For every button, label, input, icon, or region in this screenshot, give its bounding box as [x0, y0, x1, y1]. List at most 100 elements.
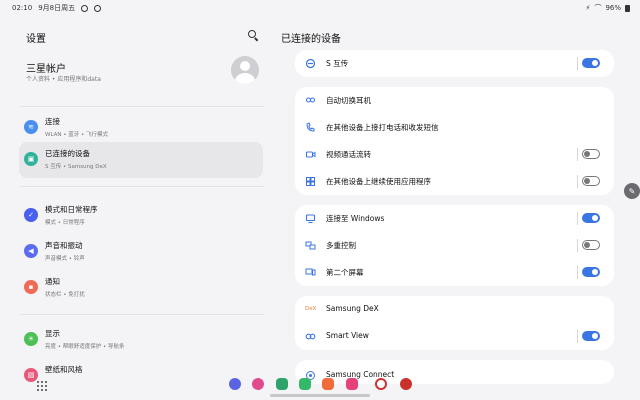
multi-control-icon	[305, 241, 316, 250]
modes-icon: ✓	[24, 208, 38, 222]
quick-share-toggle[interactable]	[582, 58, 600, 68]
setting-row-continue-apps[interactable]: 在其他设备上继续使用应用程序	[295, 168, 614, 195]
settings-sidebar: 设置 三星帐户 个人资料 • 应用程序和data ≋ 连接 WLAN • 蓝牙 …	[0, 14, 272, 400]
sidebar-item-subtitle: 亮度 • 帮眼舒适度保护 • 导航条	[45, 344, 125, 350]
card-device-continuity: 自动切换耳机 在其他设备上接打电话和收发短信 视频通话流转 在其他设备上继续使用…	[295, 87, 614, 195]
setting-label: 连接至 Windows	[326, 214, 385, 223]
battery-icon	[625, 4, 630, 12]
home-indicator[interactable]	[270, 394, 370, 397]
sidebar-item-modes-routines[interactable]: ✓ 模式和日常程序 模式 • 日常程序	[19, 198, 263, 234]
divider	[20, 186, 264, 187]
continue-apps-toggle[interactable]	[582, 176, 600, 186]
smart-view-toggle[interactable]	[582, 331, 600, 341]
sidebar-item-subtitle: 模式 • 日常程序	[45, 220, 85, 226]
link-to-windows-toggle[interactable]	[582, 213, 600, 223]
setting-row-calls-texts[interactable]: 在其他设备上接打电话和收发短信	[295, 114, 614, 141]
divider	[577, 57, 578, 70]
card-pc-features: 连接至 Windows 多重控制 第二个屏幕	[295, 205, 614, 286]
setting-row-multi-control[interactable]: 多重控制	[295, 232, 614, 259]
sidebar-item-title: 通知	[45, 277, 60, 286]
account-name: 三星帐户	[26, 64, 66, 75]
setting-label: Smart View	[326, 331, 369, 340]
second-screen-icon	[305, 268, 316, 276]
taskbar	[0, 374, 640, 400]
sidebar-item-notifications[interactable]: ▪ 通知 状态栏 • 免打扰	[19, 270, 263, 306]
video-call-icon	[305, 151, 316, 158]
video-call-transfer-toggle[interactable]	[582, 149, 600, 159]
notification-status-icon	[81, 4, 89, 12]
divider	[577, 239, 578, 252]
sidebar-item-subtitle: S 互传 • Samsung DeX	[45, 164, 107, 170]
sidebar-item-sound[interactable]: ◀ 声音和振动 声音模式 • 铃声	[19, 234, 263, 270]
signal-icon: ⚡	[585, 4, 591, 12]
status-time: 02:10	[12, 4, 33, 12]
setting-row-link-to-windows[interactable]: 连接至 Windows	[295, 205, 614, 232]
messages-app-icon[interactable]	[229, 378, 241, 390]
setting-label: Samsung DeX	[326, 304, 379, 313]
status-date: 9月8日周五	[38, 4, 76, 12]
sidebar-item-title: 显示	[45, 329, 60, 338]
setting-row-auto-switch-earbuds[interactable]: 自动切换耳机	[295, 87, 614, 114]
setting-label: 多重控制	[326, 241, 356, 250]
divider	[577, 212, 578, 225]
status-bar: 02:10 9月8日周五 ⚡ ⌒ 96%	[0, 0, 640, 14]
wifi-icon: ≋	[24, 120, 38, 134]
divider	[577, 148, 578, 161]
search-icon[interactable]	[246, 28, 260, 42]
shortcut-app-icon[interactable]	[276, 378, 288, 390]
setting-row-quick-share[interactable]: S 互传	[295, 50, 614, 77]
display-icon: ☀	[24, 332, 38, 346]
second-screen-toggle[interactable]	[582, 267, 600, 277]
samsung-account-item[interactable]: 三星帐户 个人资料 • 应用程序和data	[20, 52, 264, 92]
sidebar-item-display[interactable]: ☀ 显示 亮度 • 帮眼舒适度保护 • 导航条	[19, 322, 263, 358]
sidebar-item-title: 连接	[45, 117, 60, 126]
sidebar-item-title: 已连接的设备	[45, 149, 90, 158]
earbuds-icon	[305, 97, 316, 103]
bug-app-icon[interactable]	[400, 378, 412, 390]
setting-row-second-screen[interactable]: 第二个屏幕	[295, 259, 614, 286]
app-drawer-icon[interactable]	[37, 381, 47, 391]
blossom-app-icon[interactable]	[252, 378, 264, 390]
divider	[20, 106, 264, 107]
setting-label: 在其他设备上继续使用应用程序	[326, 177, 431, 186]
dex-icon: DeX	[305, 306, 317, 312]
connected-devices-icon: ▣	[24, 152, 38, 166]
sidebar-item-title: 声音和振动	[45, 241, 83, 250]
notification-icon: ▪	[24, 280, 38, 294]
card-quick-share: S 互传	[295, 50, 614, 77]
setting-row-samsung-dex[interactable]: DeX Samsung DeX	[295, 296, 614, 323]
sidebar-item-connected-devices[interactable]: ▣ 已连接的设备 S 互传 • Samsung DeX	[19, 142, 263, 178]
page-title: 已连接的设备	[281, 34, 341, 45]
battery-percent: 96%	[605, 4, 621, 12]
setting-label: 在其他设备上接打电话和收发短信	[326, 123, 439, 132]
setting-label: 视频通话流转	[326, 150, 371, 159]
setting-label: 自动切换耳机	[326, 96, 371, 105]
account-subtitle: 个人资料 • 应用程序和data	[26, 76, 101, 83]
multi-control-toggle[interactable]	[582, 240, 600, 250]
sidebar-item-subtitle: 状态栏 • 免打扰	[45, 292, 85, 298]
divider	[577, 175, 578, 188]
sync-status-icon	[94, 4, 102, 12]
divider	[20, 314, 264, 315]
avatar[interactable]	[231, 56, 259, 84]
sidebar-item-title: 模式和日常程序	[45, 205, 98, 214]
sidebar-item-subtitle: WLAN • 蓝牙 • 飞行模式	[45, 132, 108, 138]
dual-app-icon[interactable]	[375, 378, 387, 390]
game-app-icon[interactable]	[299, 378, 311, 390]
continue-apps-icon	[306, 177, 315, 186]
contacts-app-icon[interactable]	[322, 378, 334, 390]
quick-share-icon	[305, 58, 316, 69]
settings-title: 设置	[26, 34, 46, 45]
card-dex-smart-view: DeX Samsung DeX Smart View	[295, 296, 614, 350]
edit-icon[interactable]: ✎	[624, 183, 640, 199]
setting-label: S 互传	[326, 59, 349, 68]
sidebar-item-subtitle: 声音模式 • 铃声	[45, 256, 85, 262]
sidebar-item-connections[interactable]: ≋ 连接 WLAN • 蓝牙 • 飞行模式	[19, 110, 263, 146]
setting-row-video-call-transfer[interactable]: 视频通话流转	[295, 141, 614, 168]
windows-icon	[305, 214, 316, 224]
setting-row-smart-view[interactable]: Smart View	[295, 323, 614, 350]
smart-view-icon	[305, 333, 316, 340]
wifi-status-icon: ⌒	[594, 4, 602, 12]
divider	[577, 330, 578, 343]
camera-app-icon[interactable]	[346, 378, 358, 390]
